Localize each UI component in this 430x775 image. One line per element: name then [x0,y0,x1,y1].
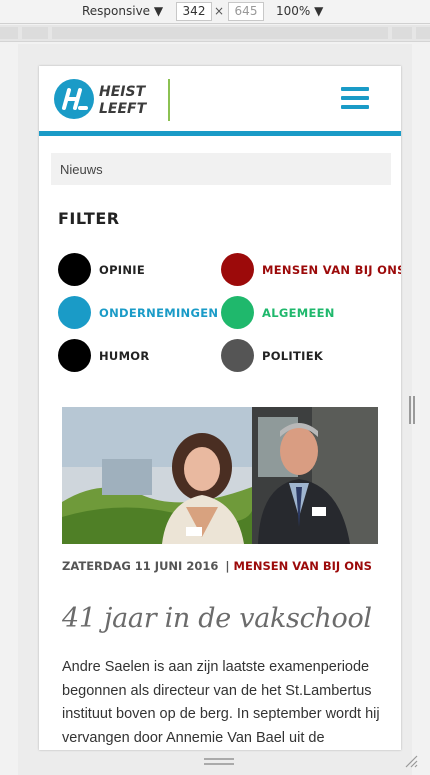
heist-leeft-logo[interactable]: HEIST LEEFT [53,77,173,121]
filter-ondernemingen[interactable]: ONDERNEMINGEN [58,296,218,329]
device-select-label: Responsive [82,4,151,18]
zoom-select[interactable]: 100% ▼ [276,4,323,18]
article-category-link[interactable]: MENSEN VAN BIJ ONS [234,559,372,573]
article-meta: ZATERDAG 11 JUNI 2016 | MENSEN VAN BIJ ONS [62,559,372,573]
logo-line-1: HEIST [99,84,147,100]
viewport-height-input[interactable]: 645 [228,2,264,21]
filter-label: OPINIE [99,262,146,277]
filter-opinie[interactable]: OPINIE [58,253,145,286]
filter-algemeen[interactable]: ALGEMEEN [221,296,335,329]
dimension-separator: × [214,4,225,18]
category-dot [58,296,91,329]
media-query-ruler[interactable] [0,25,430,42]
category-dot [58,339,91,372]
right-resize-handle[interactable] [409,396,415,424]
site-header: HEIST LEEFT [39,66,401,136]
devtools-device-toolbar: Responsive ▼ 342 × 645 100% ▼ [0,0,430,24]
viewport-width-input[interactable]: 342 [176,2,212,21]
chevron-down-icon: ▼ [153,4,164,18]
filter-label: HUMOR [99,348,150,363]
filter-title: FILTER [58,209,120,228]
filter-label: MENSEN VAN BIJ ONS [262,262,401,277]
filter-label: ONDERNEMINGEN [99,305,219,320]
category-dot [58,253,91,286]
zoom-select-label: 100% [276,4,311,18]
category-dot [221,253,254,286]
article-title[interactable]: 41 jaar in de vakschool [62,603,372,634]
corner-resize-icon[interactable] [403,753,419,769]
filter-label: ALGEMEEN [262,305,335,320]
category-dot [221,339,254,372]
meta-separator: | [225,559,230,573]
category-dot [221,296,254,329]
hamburger-icon[interactable] [341,87,371,113]
breadcrumb[interactable]: Nieuws [51,153,391,185]
filter-label: POLITIEK [262,348,324,363]
filter-mensen-van-bij-ons[interactable]: MENSEN VAN BIJ ONS [221,253,401,286]
chevron-down-icon: ▼ [314,4,324,18]
device-select[interactable]: Responsive ▼ [82,4,163,18]
bottom-resize-handle[interactable] [204,758,234,766]
filter-humor[interactable]: HUMOR [58,339,150,372]
logo-divider [168,79,170,121]
article-photo[interactable] [62,407,378,544]
logo-line-2: LEEFT [99,101,148,117]
filter-politiek[interactable]: POLITIEK [221,339,323,372]
article-date: ZATERDAG 11 JUNI 2016 [62,559,219,573]
article-body: Andre Saelen is aan zijn laatste examenp… [62,659,380,746]
device-viewport: HEIST LEEFT Nieuws FILTER OPINIE MENSEN … [39,66,401,750]
